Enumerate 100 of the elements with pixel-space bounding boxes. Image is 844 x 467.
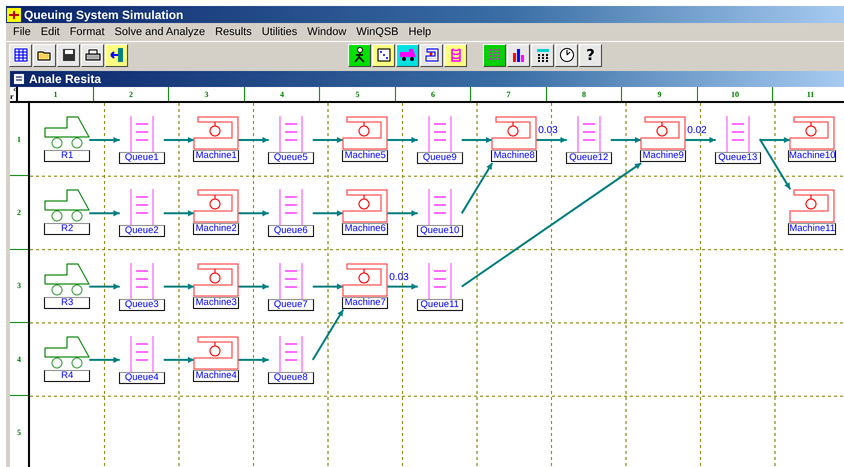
- help-button[interactable]: ?: [579, 44, 602, 66]
- queue-icon: [128, 189, 155, 226]
- column-header: 5: [320, 87, 396, 101]
- row-header: 1: [10, 103, 28, 176]
- probability-label: 0.03: [389, 272, 409, 283]
- machine-icon: [342, 262, 388, 297]
- toolbar-button[interactable]: [105, 44, 128, 66]
- clock-icon: [558, 47, 574, 63]
- node-label: Queue7: [268, 298, 314, 311]
- toolbar-button[interactable]: [348, 44, 371, 66]
- document-title: Anale Resita: [29, 72, 102, 86]
- machine-icon: [424, 47, 440, 63]
- arrow: [89, 284, 120, 290]
- column-header: 11: [773, 87, 844, 101]
- arrow: [536, 136, 567, 144]
- queue-icon: [278, 116, 304, 152]
- arrow: [164, 284, 194, 290]
- machine-icon: [491, 116, 538, 150]
- menu-item[interactable]: Edit: [36, 26, 65, 38]
- arrow: [89, 356, 120, 363]
- machine-icon: [193, 336, 240, 370]
- row-header: 2: [10, 176, 28, 250]
- toolbar-button[interactable]: [372, 44, 395, 66]
- arrow: [610, 136, 642, 144]
- toolbar-button[interactable]: [507, 44, 530, 66]
- arrow: [164, 356, 194, 363]
- node-label: Queue3: [118, 298, 165, 311]
- arrow: [387, 210, 418, 216]
- menu-item[interactable]: Utilities: [256, 26, 302, 38]
- toolbar-button[interactable]: [33, 44, 56, 66]
- node-label: Queue1: [118, 152, 165, 164]
- app-icon: [7, 8, 21, 22]
- truck-icon: [44, 189, 90, 224]
- probability-label: 0.02: [687, 125, 707, 136]
- cart-icon: [398, 48, 416, 62]
- arrow: [387, 284, 418, 290]
- menu-item[interactable]: WinQSB: [351, 26, 404, 38]
- menu-item[interactable]: Help: [404, 26, 436, 38]
- node-label: Queue5: [268, 152, 314, 164]
- queue-icon: [426, 189, 453, 226]
- toolbar-button[interactable]: [396, 44, 419, 66]
- column-header: 1: [18, 87, 94, 101]
- queue-icon: [278, 262, 304, 299]
- column-header: 2: [94, 87, 170, 101]
- exit-door-icon: [108, 47, 124, 63]
- arrow: [89, 136, 120, 144]
- table-icon: [14, 48, 28, 62]
- row-header: 3: [10, 250, 28, 323]
- machine-icon: [789, 189, 836, 224]
- queue-icon: [426, 262, 453, 299]
- menu-item[interactable]: Results: [210, 26, 257, 38]
- calculator-icon: [534, 47, 550, 63]
- arrow: [312, 136, 344, 144]
- toolbar-button[interactable]: [444, 44, 467, 66]
- menu-item[interactable]: Solve and Analyze: [110, 26, 210, 38]
- machine-icon: [640, 116, 686, 150]
- probability-label: 0.03: [538, 125, 558, 136]
- toolbar-button[interactable]: [420, 44, 443, 66]
- menu-item[interactable]: Window: [302, 26, 352, 38]
- menu-item[interactable]: Format: [64, 26, 110, 38]
- node-label: R2: [44, 223, 90, 236]
- toolbar-button[interactable]: [555, 44, 578, 66]
- node-label: Queue8: [268, 372, 314, 384]
- arrow: [238, 284, 269, 290]
- toolbar-button[interactable]: [81, 44, 104, 66]
- queue-icon: [128, 262, 155, 299]
- machine-icon: [342, 189, 388, 224]
- arrow: [238, 356, 269, 363]
- column-header: 10: [698, 87, 774, 101]
- bar-chart-icon: [510, 47, 526, 63]
- node-label: Machine3: [193, 296, 240, 309]
- node-label: Queue4: [118, 372, 165, 384]
- truck-icon: [44, 116, 90, 150]
- node-label: Machine7: [342, 296, 388, 309]
- machine-icon: [789, 116, 836, 150]
- column-header: 8: [546, 87, 622, 101]
- node-label: Machine4: [193, 370, 240, 382]
- arrow: [387, 136, 418, 144]
- printer-icon: [84, 48, 100, 62]
- node-label: Queue12: [566, 152, 612, 164]
- machine-icon: [342, 116, 388, 150]
- truck-icon: [44, 262, 90, 297]
- floppy-icon: [62, 48, 76, 62]
- node-label: Machine11: [788, 223, 836, 236]
- node-label: R3: [44, 296, 90, 309]
- queue-icon: [128, 336, 155, 372]
- node-label: Machine8: [491, 150, 538, 162]
- toolbar-button[interactable]: [9, 44, 32, 66]
- menu-item[interactable]: File: [8, 26, 36, 38]
- window-title: Queuing System Simulation: [24, 8, 184, 22]
- node-label: Queue13: [714, 152, 761, 164]
- toolbar-button[interactable]: [483, 44, 506, 66]
- node-label: R1: [44, 150, 90, 162]
- queue-icon: [426, 116, 453, 152]
- column-header: 6: [396, 87, 472, 101]
- node-label: Queue2: [118, 225, 165, 238]
- toolbar-button[interactable]: [531, 44, 554, 66]
- column-header: 7: [471, 87, 547, 101]
- walking-person-icon: [352, 47, 368, 63]
- toolbar-button[interactable]: [57, 44, 80, 66]
